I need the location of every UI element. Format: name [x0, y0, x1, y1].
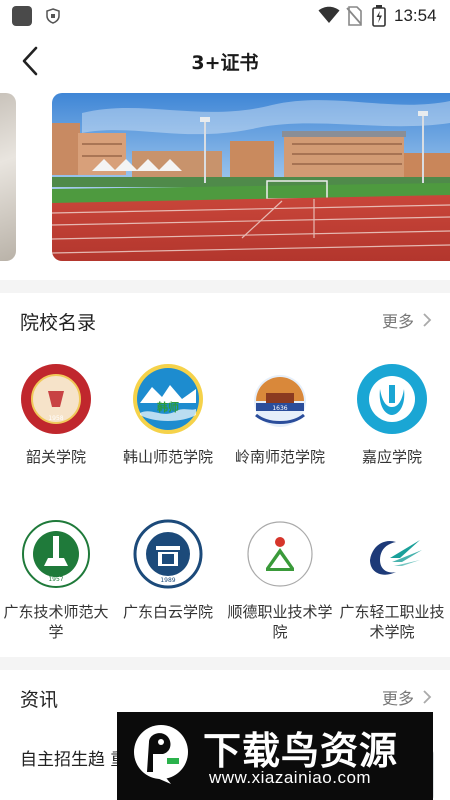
school-logo-gdpnu: 1957 [20, 518, 92, 590]
app-square-icon [12, 6, 32, 26]
shield-icon [46, 8, 60, 24]
carousel-dots [252, 250, 306, 256]
school-name: 岭南师范学院 [234, 448, 325, 466]
school-name: 广东轻工职业技术学院 [339, 603, 445, 641]
school-name: 嘉应学院 [361, 448, 422, 466]
chevron-right-icon [423, 690, 432, 704]
schools-section: 院校名录 更多 1958 韶关学院 韩师 韩山师范学院 1636 岭南师范学院 … [0, 293, 450, 657]
top-header: 3+证书 [0, 32, 450, 90]
section-title-news: 资讯 [20, 689, 59, 711]
no-sim-icon [346, 6, 362, 26]
school-logo-lingnan: 1636 [244, 363, 316, 435]
svg-text:1989: 1989 [160, 577, 175, 584]
school-logo-baiyun: 1989 [132, 518, 204, 590]
more-label: 更多 [381, 689, 414, 708]
svg-text:1958: 1958 [48, 415, 63, 422]
school-name: 顺德职业技术学院 [227, 603, 333, 641]
school-item[interactable]: 嘉应学院 [336, 363, 448, 467]
school-item[interactable]: 1958 韶关学院 [0, 363, 112, 467]
school-item[interactable]: 韩师 韩山师范学院 [112, 363, 224, 467]
svg-text:韩师: 韩师 [157, 400, 179, 414]
school-item[interactable]: 广东轻工职业技术学院 [336, 518, 448, 642]
school-logo-shunde [244, 518, 316, 590]
campus-photo [52, 93, 450, 261]
school-logo-hanshan: 韩师 [132, 363, 204, 435]
more-label: 更多 [381, 312, 414, 331]
watermark-title: 下载鸟资源 [203, 729, 399, 773]
school-name: 韶关学院 [25, 448, 86, 466]
wifi-icon [318, 6, 340, 23]
watermark-banner: 下载鸟资源 www.xiazainiao.com [117, 712, 433, 800]
svg-text:1957: 1957 [48, 576, 63, 583]
school-name: 韩山师范学院 [122, 448, 213, 466]
news-more-link[interactable]: 更多 [382, 685, 432, 709]
banner-previous-slide[interactable] [0, 93, 16, 261]
school-item[interactable]: 1957 广东技术师范大学 [0, 518, 112, 642]
watermark-url: www.xiazainiao.com [209, 768, 372, 787]
school-name: 广东白云学院 [122, 603, 213, 621]
status-bar: 13:54 [0, 0, 450, 32]
svg-text:1636: 1636 [272, 405, 287, 412]
school-item[interactable]: 顺德职业技术学院 [224, 518, 336, 642]
banner-carousel[interactable] [0, 90, 450, 280]
schools-more-link[interactable]: 更多 [382, 308, 432, 332]
status-time: 13:54 [394, 6, 437, 25]
school-logo-gdqg [356, 518, 428, 590]
chevron-right-icon [423, 313, 432, 327]
section-title-schools: 院校名录 [20, 312, 97, 334]
bird-logo-icon [134, 725, 188, 784]
school-logo-shaoguan: 1958 [20, 363, 92, 435]
school-item[interactable]: 1989 广东白云学院 [112, 518, 224, 622]
banner-slide-campus[interactable] [52, 93, 450, 261]
school-item[interactable]: 1636 岭南师范学院 [224, 363, 336, 467]
school-logo-jiaying [356, 363, 428, 435]
page-title: 3+证书 [191, 52, 259, 74]
battery-icon [372, 5, 386, 27]
school-name: 广东技术师范大学 [3, 603, 109, 641]
